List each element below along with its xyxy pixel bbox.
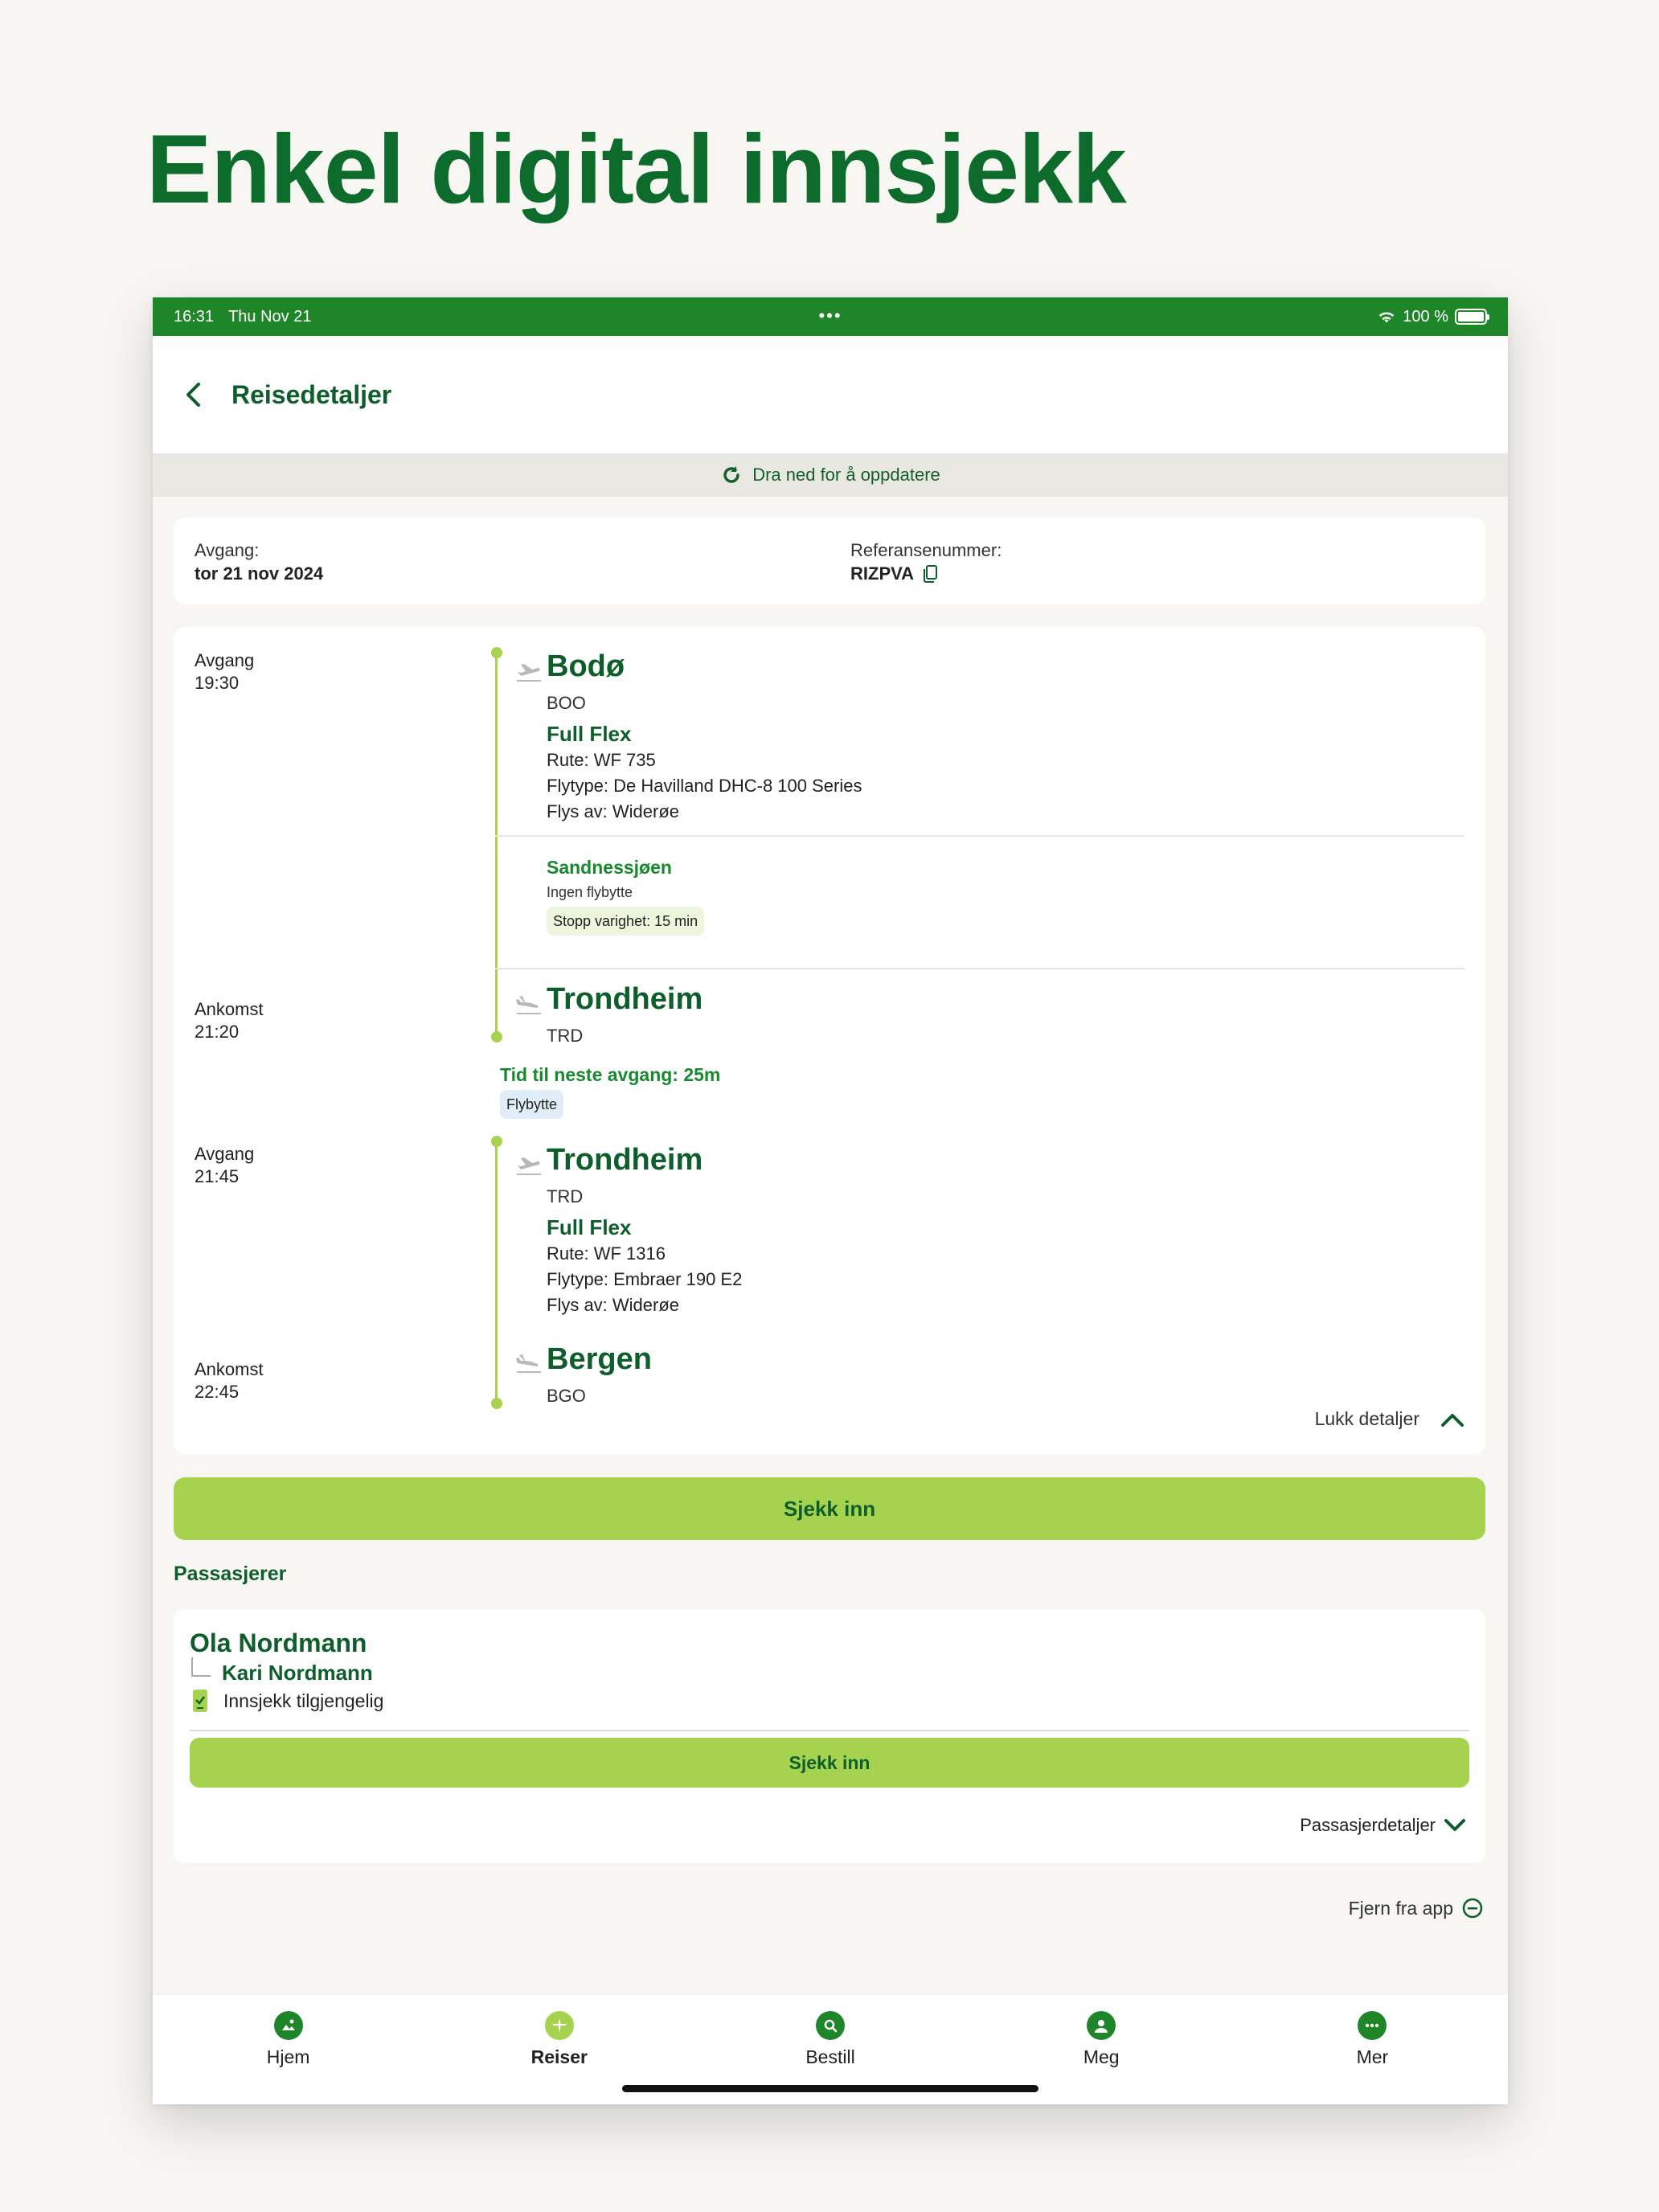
leg2-departure-code: TRD: [547, 1186, 584, 1206]
tab-label: Meg: [1083, 2046, 1120, 2067]
reference-value: RIZPVA: [850, 563, 915, 584]
leg2-aircraft: Flytype: Embraer 190 E2: [547, 1269, 743, 1289]
page-title: Reisedetaljer: [231, 379, 392, 409]
home-indicator[interactable]: [622, 2085, 1038, 2092]
leg2-fare: Full Flex: [547, 1215, 632, 1239]
tab-label: Bestill: [805, 2046, 855, 2067]
checkin-status-text: Innsjekk tilgjengelig: [223, 1690, 384, 1711]
timeline-line-leg1: [495, 653, 498, 1037]
tab-hjem[interactable]: Hjem: [153, 1995, 424, 2104]
leg2-route: Rute: WF 1316: [547, 1243, 666, 1264]
status-bar: 16:31 Thu Nov 21 ••• 100 %: [153, 297, 1508, 336]
transfer-time: Tid til neste avgang: 25m: [500, 1064, 721, 1085]
tab-mer[interactable]: Mer: [1237, 1995, 1508, 2104]
tablet-screen: 16:31 Thu Nov 21 ••• 100 % Reisedetaljer…: [153, 297, 1508, 2104]
check-in-button[interactable]: Sjekk inn: [174, 1477, 1485, 1540]
leg1-arrival-city: Trondheim: [547, 982, 703, 1016]
page-headline: Enkel digital innsjekk: [146, 114, 1127, 223]
refresh-hint-text: Dra ned for å oppdatere: [752, 465, 940, 485]
pull-to-refresh-hint: Dra ned for å oppdatere: [153, 453, 1508, 497]
mobile-check-icon: [193, 1690, 207, 1712]
passenger-details-toggle[interactable]: Passasjerdetaljer: [1300, 1815, 1466, 1836]
leg1-fare: Full Flex: [547, 722, 632, 746]
timeline-dot: [491, 1031, 502, 1043]
chevron-down-icon: [1444, 1819, 1465, 1831]
user-icon: [1087, 2011, 1116, 2040]
status-time: 16:31: [174, 307, 215, 326]
leg2-arrival-city: Bergen: [547, 1342, 652, 1376]
back-chevron-icon[interactable]: [177, 379, 209, 411]
search-icon: [816, 2011, 845, 2040]
checkin-status: Innsjekk tilgjengelig: [191, 1688, 383, 1714]
close-details-label: Lukk detaljer: [1314, 1408, 1419, 1429]
multitask-dots[interactable]: •••: [818, 305, 842, 326]
tab-label: Mer: [1356, 2046, 1389, 2067]
leg1-route: Rute: WF 735: [547, 750, 656, 770]
leg2-arrival-code: BGO: [547, 1386, 586, 1406]
copy-icon[interactable]: [922, 564, 938, 584]
landing-icon: [516, 996, 541, 1014]
nav-bar: Reisedetaljer: [153, 336, 1508, 453]
stopover-city: Sandnessjøen: [547, 857, 672, 878]
remove-from-app-label: Fjern fra app: [1348, 1897, 1453, 1919]
leg2-operator: Flys av: Widerøe: [547, 1295, 680, 1315]
passenger-primary-name: Ola Nordmann: [190, 1628, 367, 1657]
leg1-arrival-code: TRD: [547, 1026, 584, 1046]
tab-label: Reiser: [530, 2046, 588, 2067]
leg1-departure-code: BOO: [547, 693, 586, 713]
battery-icon: [1455, 309, 1489, 325]
reference-block: Referansenummer: RIZPVA: [850, 539, 1002, 585]
leg1-aircraft: Flytype: De Havilland DHC-8 100 Series: [547, 776, 862, 796]
departure-date-block: Avgang: tor 21 nov 2024: [195, 539, 323, 585]
leg1-departure-time: Avgang 19:30: [195, 650, 255, 693]
close-details-toggle[interactable]: Lukk detaljer: [1315, 1408, 1464, 1430]
reference-label: Referansenummer:: [850, 540, 1002, 560]
leg1-departure-city: Bodø: [547, 649, 625, 683]
leg1-arrival-time: Ankomst 21:20: [195, 999, 264, 1042]
passenger-details-label: Passasjerdetaljer: [1300, 1815, 1436, 1835]
leg2-departure-city: Trondheim: [547, 1143, 703, 1177]
stopover-note: Ingen flybytte: [547, 884, 633, 900]
stop-duration-chip: Stopp varighet: 15 min: [547, 907, 705, 936]
status-date: Thu Nov 21: [228, 307, 312, 326]
timeline-dot: [491, 647, 502, 658]
departure-date-value: tor 21 nov 2024: [195, 563, 324, 584]
more-icon: [1358, 2011, 1387, 2040]
timeline-line-leg2: [495, 1141, 498, 1403]
itinerary-card: Avgang 19:30 Bodø BOO Full Flex Rute: WF…: [174, 627, 1485, 1455]
minus-circle-icon: [1462, 1898, 1483, 1919]
passenger-secondary-name: Kari Nordmann: [222, 1661, 373, 1685]
booking-summary-card: Avgang: tor 21 nov 2024 Referansenummer:…: [174, 518, 1485, 604]
plane-icon: [544, 2011, 574, 2040]
passengers-heading: Passasjerer: [174, 1563, 287, 1585]
leg2-arrival-time: Ankomst 22:45: [195, 1359, 264, 1402]
passenger-card: Ola Nordmann Kari Nordmann Innsjekk tilg…: [174, 1609, 1485, 1863]
remove-from-app-link[interactable]: Fjern fra app: [1349, 1897, 1484, 1919]
leg2-departure-time: Avgang 21:45: [195, 1144, 255, 1186]
divider: [190, 1730, 1469, 1731]
transfer-chip: Flybytte: [500, 1090, 564, 1119]
leg1-operator: Flys av: Widerøe: [547, 801, 680, 821]
takeoff-icon: [517, 1157, 541, 1175]
divider: [495, 835, 1464, 837]
landing-icon: [516, 1354, 541, 1373]
wifi-icon: [1379, 312, 1395, 323]
passenger-check-in-button[interactable]: Sjekk inn: [190, 1738, 1469, 1788]
tab-label: Hjem: [266, 2046, 310, 2067]
departure-date-label: Avgang:: [195, 540, 260, 560]
timeline-dot: [491, 1136, 502, 1147]
chevron-up-icon: [1441, 1413, 1464, 1427]
home-icon: [273, 2011, 303, 2040]
timeline-dot: [491, 1398, 502, 1409]
takeoff-icon: [517, 664, 541, 682]
divider: [495, 968, 1464, 969]
refresh-icon: [723, 466, 739, 483]
battery-percent: 100 %: [1403, 307, 1448, 326]
child-connector: [191, 1657, 211, 1677]
